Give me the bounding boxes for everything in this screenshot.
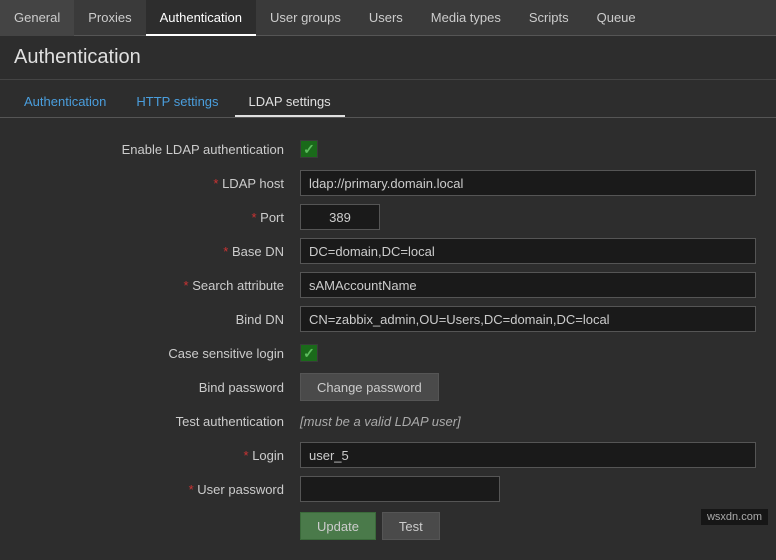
nav-item-users[interactable]: Users [355,0,417,36]
tab-ldap-settings[interactable]: LDAP settings [235,88,345,117]
login-input[interactable] [300,442,756,468]
user-password-label: User password [0,482,300,497]
search-attr-label: Search attribute [0,278,300,293]
nav-item-proxies[interactable]: Proxies [74,0,145,36]
bind-dn-label: Bind DN [0,312,300,327]
test-button[interactable]: Test [382,512,440,540]
base-dn-control [300,238,776,264]
sub-tabs: Authentication HTTP settings LDAP settin… [0,80,776,118]
checkmark-icon: ✓ [303,142,315,156]
page-title: Authentication [14,46,762,69]
enable-ldap-control: ✓ [300,140,776,158]
case-sensitive-checkbox[interactable]: ✓ [300,344,318,362]
tab-authentication[interactable]: Authentication [10,88,120,117]
user-password-control [300,476,776,502]
bind-password-label: Bind password [0,380,300,395]
bind-dn-input[interactable] [300,306,756,332]
case-sensitive-label: Case sensitive login [0,346,300,361]
enable-ldap-label: Enable LDAP authentication [0,142,300,157]
login-control [300,442,776,468]
nav-item-usergroups[interactable]: User groups [256,0,355,36]
nav-item-scripts[interactable]: Scripts [515,0,583,36]
ldap-host-row: LDAP host [0,166,776,200]
search-attr-row: Search attribute [0,268,776,302]
form-area: Enable LDAP authentication ✓ LDAP host P… [0,118,776,560]
base-dn-input[interactable] [300,238,756,264]
case-sensitive-checkmark-icon: ✓ [303,346,315,360]
top-navigation: General Proxies Authentication User grou… [0,0,776,36]
ldap-host-label: LDAP host [0,176,300,191]
login-label: Login [0,448,300,463]
page-title-bar: Authentication [0,36,776,80]
search-attr-control [300,272,776,298]
nav-item-queue[interactable]: Queue [583,0,650,36]
bind-password-control: Change password [300,373,776,401]
nav-item-general[interactable]: General [0,0,74,36]
search-attr-input[interactable] [300,272,756,298]
port-control [300,204,776,230]
bind-dn-control [300,306,776,332]
test-auth-hint-area: [must be a valid LDAP user] [300,414,776,429]
enable-ldap-row: Enable LDAP authentication ✓ [0,132,776,166]
bind-password-row: Bind password Change password [0,370,776,404]
test-auth-label: Test authentication [0,414,300,429]
user-password-row: User password [0,472,776,506]
change-password-button[interactable]: Change password [300,373,439,401]
test-auth-hint: [must be a valid LDAP user] [300,414,461,429]
test-auth-row: Test authentication [must be a valid LDA… [0,404,776,438]
watermark: wsxdn.com [701,509,768,525]
port-row: Port [0,200,776,234]
update-button[interactable]: Update [300,512,376,540]
port-input[interactable] [300,204,380,230]
nav-item-authentication[interactable]: Authentication [146,0,256,36]
base-dn-label: Base DN [0,244,300,259]
nav-item-mediatypes[interactable]: Media types [417,0,515,36]
buttons-row: Update Test [0,506,776,546]
case-sensitive-row: Case sensitive login ✓ [0,336,776,370]
port-label: Port [0,210,300,225]
case-sensitive-control: ✓ [300,344,776,362]
ldap-host-control [300,170,776,196]
base-dn-row: Base DN [0,234,776,268]
ldap-host-input[interactable] [300,170,756,196]
enable-ldap-checkbox[interactable]: ✓ [300,140,318,158]
tab-http-settings[interactable]: HTTP settings [122,88,232,117]
bind-dn-row: Bind DN [0,302,776,336]
user-password-input[interactable] [300,476,500,502]
login-row: Login [0,438,776,472]
